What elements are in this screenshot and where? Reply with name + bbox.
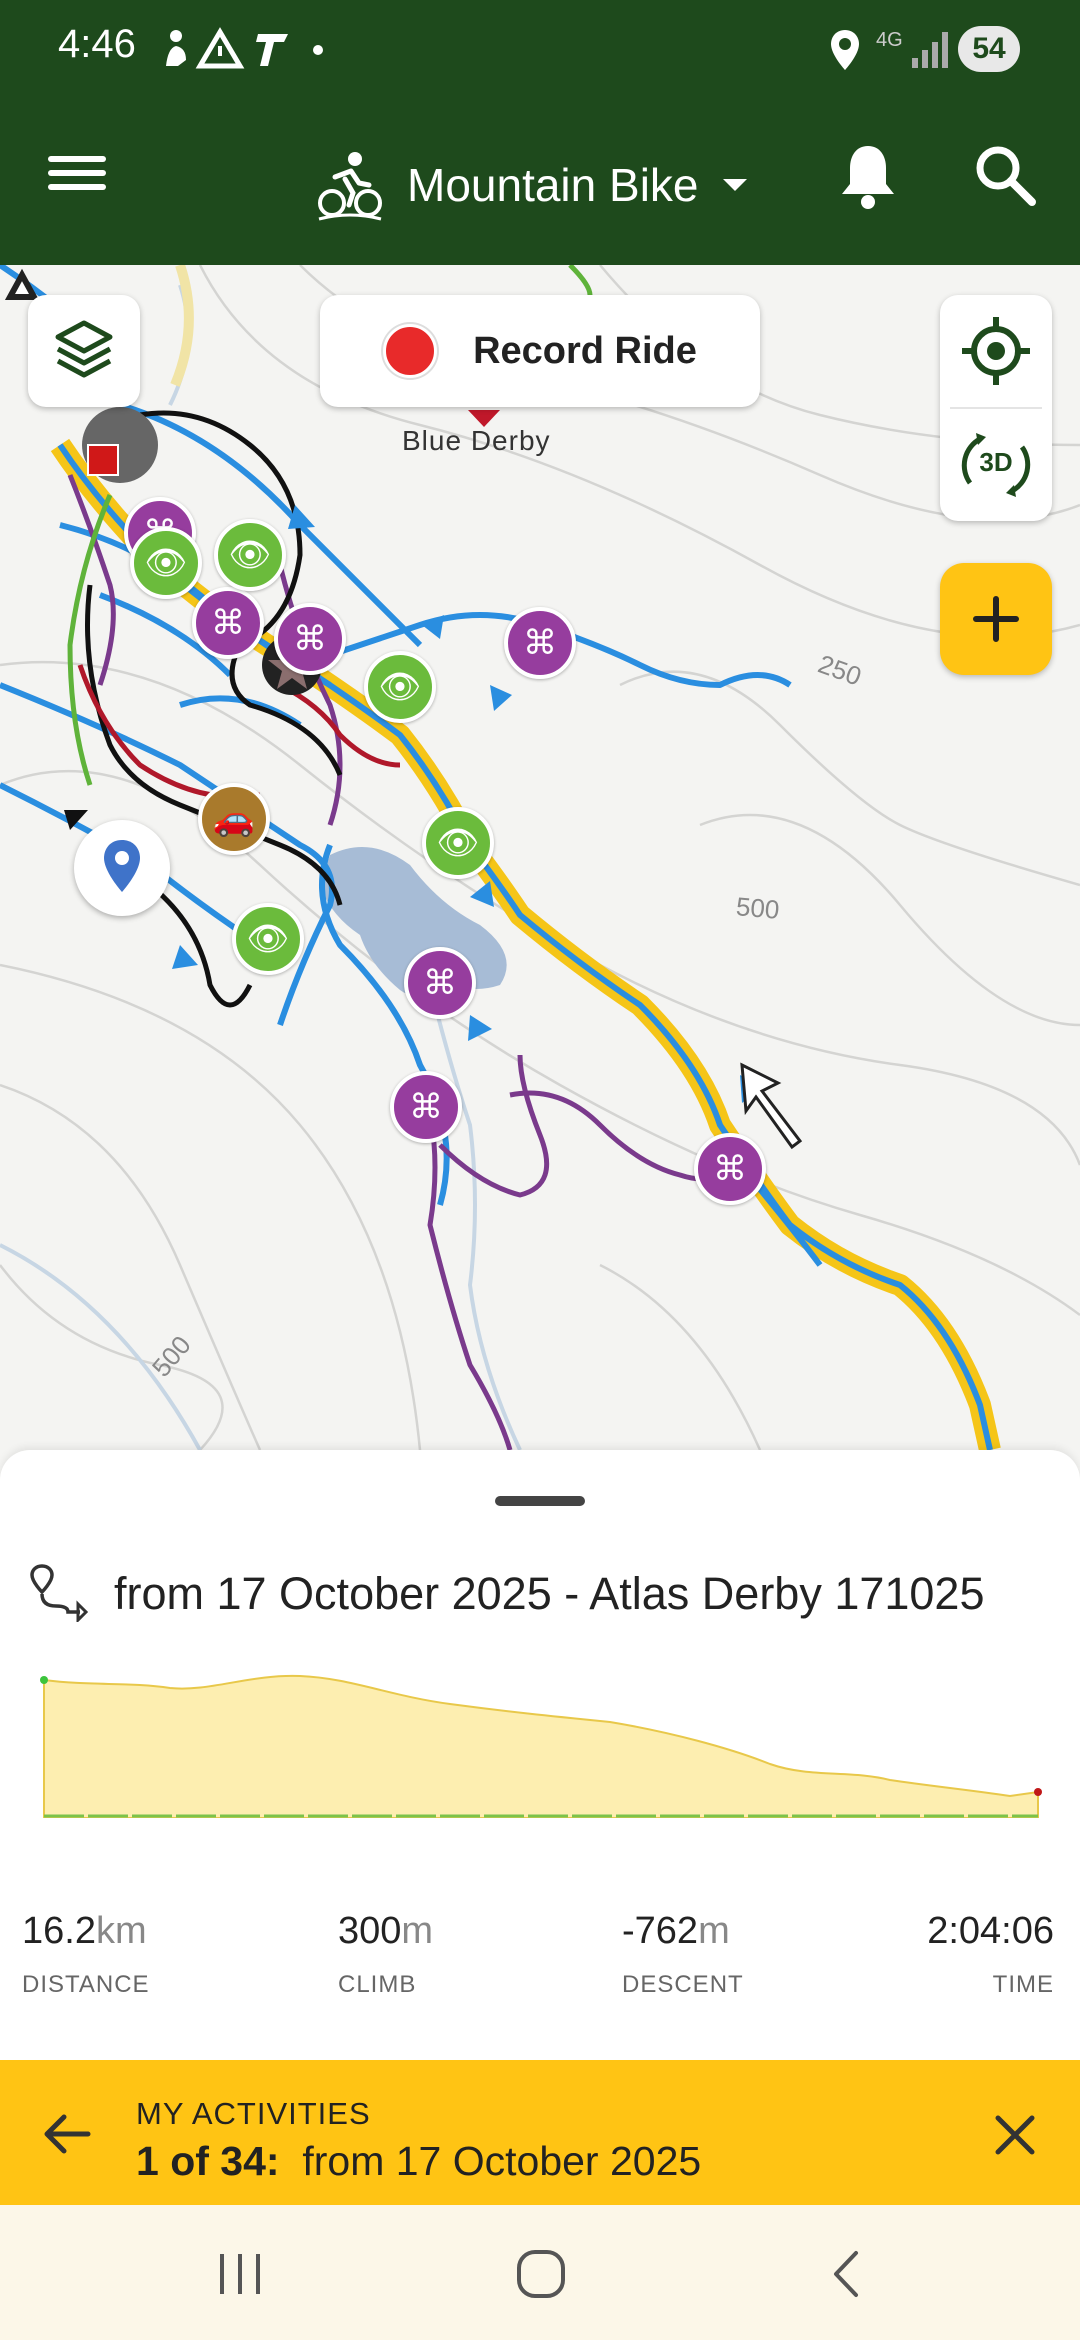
stat-unit: km	[95, 1910, 147, 1952]
notification-icons	[158, 26, 328, 79]
network-type: 4G	[876, 29, 903, 51]
route-title: from 17 October 2025 - Atlas Derby 17102…	[114, 1568, 985, 1619]
viewpoint-marker[interactable]: 👁	[130, 527, 202, 599]
drop-pin-button[interactable]	[74, 820, 170, 916]
route-icon	[28, 1562, 89, 1624]
poi-marker[interactable]: ⌘	[404, 947, 476, 1019]
map-pin-icon	[104, 840, 140, 892]
location-status-icon	[828, 28, 862, 77]
parking-marker[interactable]: 🚗	[198, 783, 270, 855]
banner-activity-name: from 17 October 2025	[302, 2138, 702, 2184]
banner-title: 1 of 34: from 17 October 2025	[136, 2138, 701, 2185]
layers-button[interactable]	[28, 295, 140, 407]
recent-apps-icon[interactable]	[210, 2249, 270, 2299]
3d-label: 3D	[979, 447, 1013, 477]
stat-climb: 300m CLIMB	[338, 1910, 433, 1999]
status-bar: 4:46 4G 54	[0, 0, 1080, 100]
poi-marker[interactable]: ⌘	[192, 587, 264, 659]
stat-unit: m	[698, 1910, 730, 1952]
drag-handle[interactable]	[495, 1496, 585, 1506]
stat-value: 16.2	[22, 1910, 96, 1952]
bell-icon[interactable]	[838, 140, 898, 210]
poi-marker[interactable]: ⌘	[504, 607, 576, 679]
app-bar: Mountain Bike	[0, 100, 1080, 265]
stat-label: DESCENT	[622, 1971, 744, 1998]
battery-indicator: 54	[958, 26, 1020, 72]
viewpoint-marker[interactable]: 👁	[422, 807, 494, 879]
stat-label: DISTANCE	[22, 1971, 150, 1998]
poi-marker[interactable]: ⌘	[694, 1133, 766, 1205]
signal-icon	[910, 30, 950, 73]
activities-banner[interactable]: MY ACTIVITIES 1 of 34: from 17 October 2…	[0, 2060, 1080, 2205]
status-time: 4:46	[58, 22, 136, 66]
record-ride-button[interactable]: Record Ride	[320, 295, 760, 407]
stat-label: CLIMB	[338, 1971, 417, 1998]
search-icon[interactable]	[970, 140, 1040, 210]
banner-position: 1 of 34:	[136, 2138, 280, 2184]
close-icon[interactable]	[990, 2110, 1040, 2160]
record-label: Record Ride	[473, 329, 697, 372]
map-view[interactable]: Blue Derby 250 500 500 ⌘ ⌘ ⌘ ⌘ ⌘ ⌘ ⌘ 👁 👁…	[0, 265, 1080, 1450]
place-label: Blue Derby	[402, 425, 551, 456]
contour-label: 500	[734, 891, 781, 925]
locate-button[interactable]	[940, 295, 1052, 407]
home-icon[interactable]	[514, 2247, 568, 2301]
viewpoint-marker[interactable]: 👁	[364, 651, 436, 723]
viewpoint-marker[interactable]: 👁	[232, 903, 304, 975]
mountain-bike-icon	[318, 152, 382, 221]
stat-unit: m	[401, 1910, 434, 1952]
elevation-profile	[40, 1674, 1042, 1818]
stat-descent: -762m DESCENT	[622, 1910, 744, 1999]
activity-selector[interactable]: Mountain Bike	[315, 135, 749, 235]
stat-value: 300	[338, 1910, 402, 1952]
route-sheet: from 17 October 2025 - Atlas Derby 17102…	[0, 1450, 1080, 2060]
back-icon[interactable]	[826, 2249, 866, 2299]
record-icon	[383, 324, 438, 378]
menu-icon[interactable]	[48, 148, 106, 206]
back-arrow-icon[interactable]	[38, 2104, 98, 2164]
banner-subtitle: MY ACTIVITIES	[136, 2096, 371, 2131]
layers-icon	[55, 320, 113, 378]
stat-distance: 16.2km DISTANCE	[22, 1910, 150, 1999]
poi-marker[interactable]: ⌘	[274, 603, 346, 675]
stat-label: TIME	[992, 1971, 1054, 1998]
stat-value: 2:04:06	[927, 1910, 1054, 1952]
map-controls: 3D	[940, 295, 1052, 521]
poi-marker[interactable]: ⌘	[390, 1071, 462, 1143]
add-button[interactable]	[940, 563, 1052, 675]
chevron-down-icon	[722, 179, 747, 191]
3d-toggle-button[interactable]: 3D	[940, 409, 1052, 521]
system-nav-bar	[0, 2205, 1080, 2340]
plus-icon	[973, 596, 1019, 642]
viewpoint-marker[interactable]: 👁	[214, 519, 286, 591]
crosshair-icon	[962, 317, 1030, 385]
stat-time: 2:04:06 TIME	[927, 1910, 1054, 1999]
stat-value: -762	[622, 1910, 699, 1952]
activity-label: Mountain Bike	[407, 159, 699, 211]
